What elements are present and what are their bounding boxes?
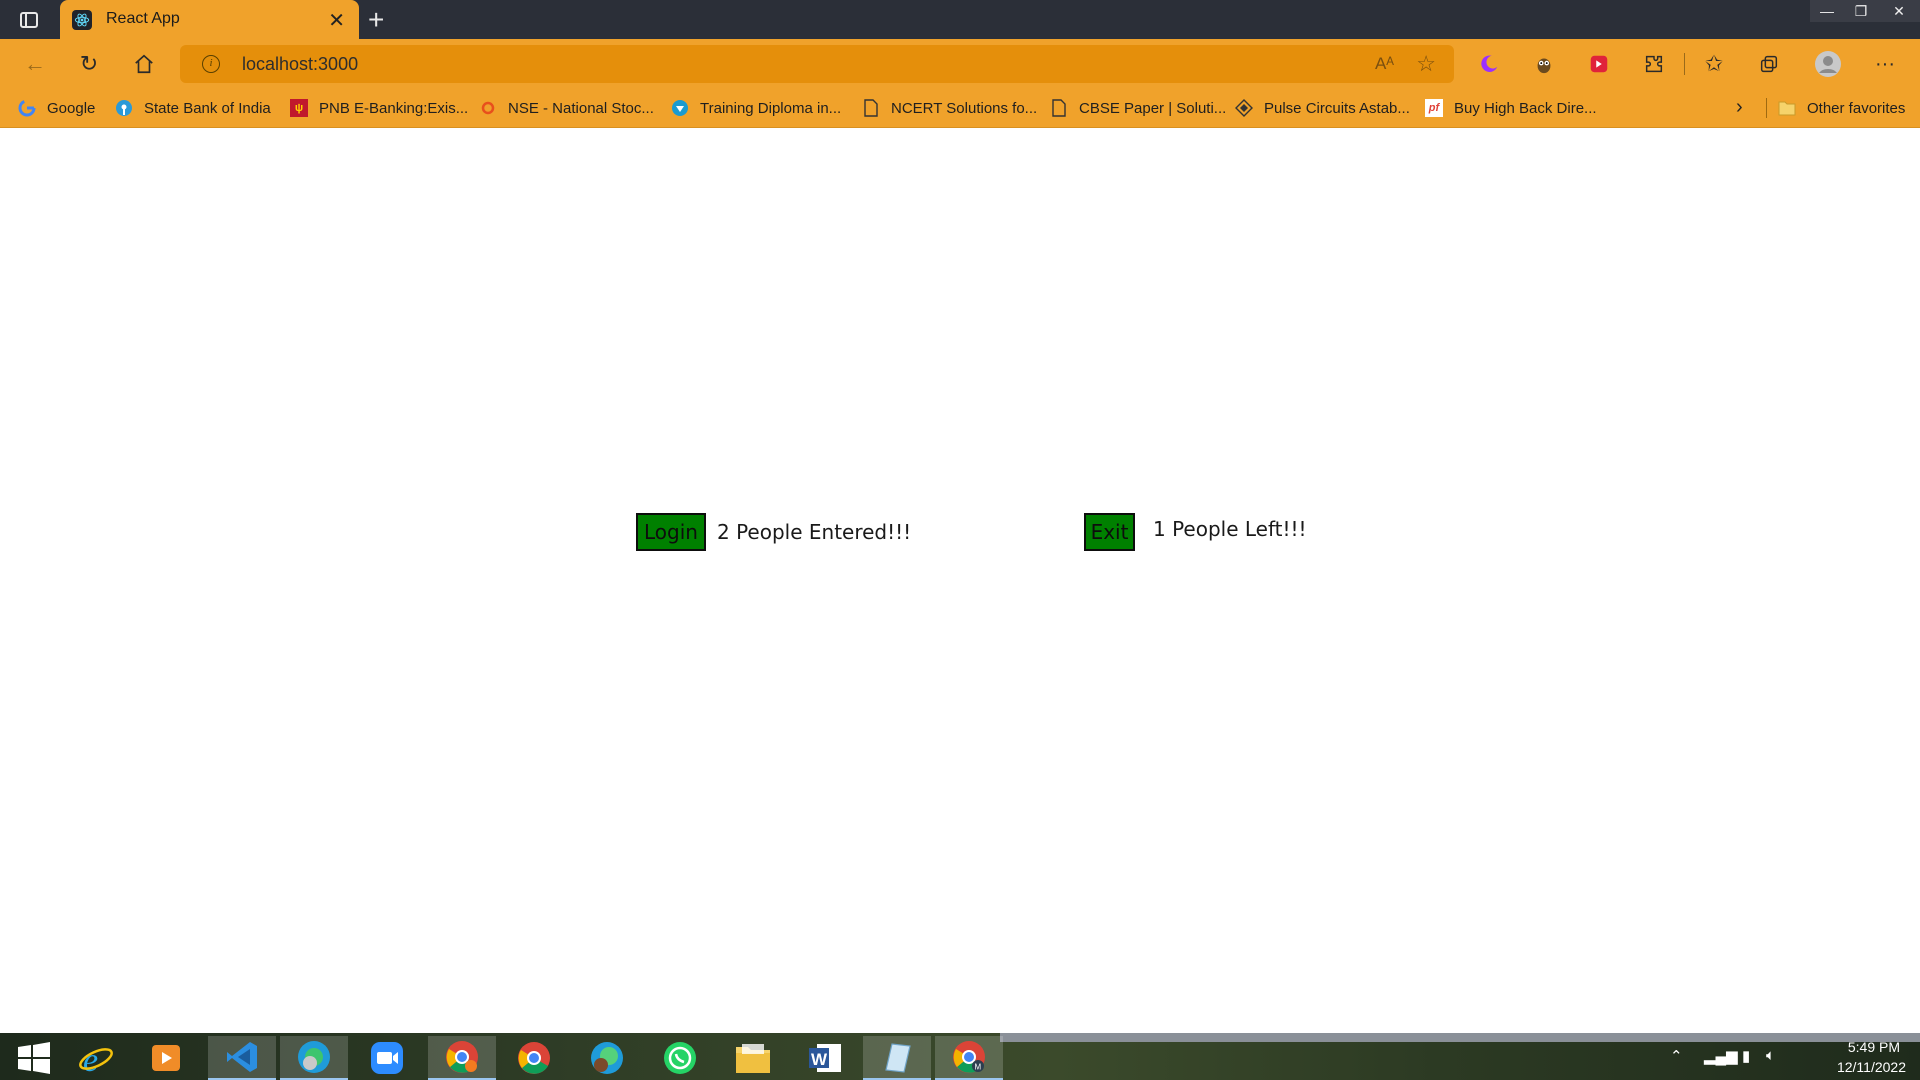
vscode-icon[interactable] xyxy=(208,1036,276,1080)
bookmark-buy-high-back[interactable]: pf Buy High Back Dire... xyxy=(1425,96,1597,120)
chrome-profile-icon[interactable]: M xyxy=(935,1036,1003,1080)
bookmarks-bar: Google State Bank of India ψ PNB E-Banki… xyxy=(0,88,1920,128)
other-favorites-label: Other favorites xyxy=(1807,99,1906,117)
google-icon xyxy=(18,99,36,117)
bookmark-other-favorites[interactable]: Other favorites xyxy=(1778,96,1905,120)
battery-icon[interactable]: ▮ xyxy=(1742,1047,1750,1065)
word-icon[interactable]: W xyxy=(791,1036,859,1080)
bookmark-pnb[interactable]: ψ PNB E-Banking:Exis... xyxy=(290,96,468,120)
extensions-icon[interactable] xyxy=(1641,51,1667,77)
bookmark-label: Google xyxy=(47,99,96,117)
more-icon[interactable]: ··· xyxy=(1872,51,1898,77)
bookmark-ncert[interactable]: NCERT Solutions fo... xyxy=(862,96,1037,120)
tab-strip: React App ✕ + — ❐ ✕ xyxy=(0,0,1920,39)
favorites-icon[interactable]: ✩ xyxy=(1701,51,1727,77)
sbi-icon xyxy=(115,99,133,117)
address-bar[interactable]: i localhost:3000 Aᴬ ☆ xyxy=(180,45,1454,83)
edge-dev-icon[interactable] xyxy=(573,1036,641,1080)
media-extension-icon[interactable] xyxy=(1586,51,1612,77)
zoom-icon[interactable] xyxy=(353,1036,421,1080)
bookmark-label: NSE - National Stoc... xyxy=(508,99,654,117)
notepad-icon[interactable] xyxy=(863,1036,931,1080)
site-info-icon[interactable]: i xyxy=(202,55,220,73)
show-hidden-icons-icon[interactable]: ⌃ xyxy=(1670,1047,1683,1065)
clock-date[interactable]: 12/11/2022 xyxy=(1837,1059,1906,1075)
whatsapp-icon[interactable] xyxy=(646,1036,714,1080)
document-icon xyxy=(1050,99,1068,117)
bookmark-label: PNB E-Banking:Exis... xyxy=(319,99,469,117)
browser-toolbar: ← ↻ i localhost:3000 Aᴬ ☆ ✩ ··· xyxy=(0,39,1920,88)
media-player-icon[interactable] xyxy=(132,1036,200,1080)
clock-time[interactable]: 5:49 PM xyxy=(1848,1039,1900,1055)
edge-profile-icon[interactable] xyxy=(280,1036,348,1080)
url-text[interactable]: localhost:3000 xyxy=(242,54,358,75)
bookmark-label: Buy High Back Dire... xyxy=(1454,99,1597,117)
bookmark-label: Training Diploma in... xyxy=(700,99,842,117)
chrome-icon[interactable] xyxy=(500,1036,568,1080)
entered-counter-text: 2 People Entered!!! xyxy=(717,520,912,544)
close-window-button[interactable]: ✕ xyxy=(1878,0,1920,22)
window-controls: — ❐ ✕ xyxy=(1810,0,1920,22)
bookmark-label: State Bank of India xyxy=(144,99,271,117)
refresh-icon[interactable]: ↻ xyxy=(76,51,102,77)
svg-text:W: W xyxy=(811,1050,828,1069)
bookmark-label: NCERT Solutions fo... xyxy=(891,99,1038,117)
read-aloud-icon[interactable]: Aᴬ xyxy=(1375,54,1394,74)
minimize-button[interactable]: — xyxy=(1810,0,1844,22)
network-signal-icon[interactable]: ▂▄▆ xyxy=(1704,1047,1738,1065)
pnb-icon: ψ xyxy=(290,99,308,117)
left-counter-text: 1 People Left!!! xyxy=(1153,517,1307,541)
bookmarks-divider xyxy=(1766,98,1767,118)
bookmark-nse[interactable]: NSE - National Stoc... xyxy=(479,96,654,120)
chevron-right-icon[interactable]: › xyxy=(1736,96,1743,119)
nse-icon xyxy=(479,99,497,117)
svg-text:e: e xyxy=(83,1042,98,1077)
bookmark-label: Pulse Circuits Astab... xyxy=(1264,99,1410,117)
pf-icon: pf xyxy=(1425,99,1443,117)
moon-extension-icon[interactable] xyxy=(1476,51,1502,77)
bookmark-google[interactable]: Google xyxy=(18,96,95,120)
document-icon xyxy=(862,99,880,117)
new-tab-button[interactable]: + xyxy=(368,4,384,36)
react-logo-icon xyxy=(72,10,92,30)
bookmark-training[interactable]: Training Diploma in... xyxy=(671,96,841,120)
taskbar: e W M ⌃ ▂▄▆ ▮ 🔈︎ 5:49 PM 12/11/2022 xyxy=(0,1033,1920,1080)
bookmark-label: CBSE Paper | Soluti... xyxy=(1079,99,1227,117)
tab-actions-button[interactable] xyxy=(14,6,44,34)
restore-button[interactable]: ❐ xyxy=(1844,0,1878,22)
bookmark-pulse-circuits[interactable]: Pulse Circuits Astab... xyxy=(1235,96,1410,120)
folder-icon xyxy=(1778,99,1796,117)
home-icon[interactable] xyxy=(131,51,157,77)
login-button[interactable]: Login xyxy=(636,513,706,551)
bookmark-sbi[interactable]: State Bank of India xyxy=(115,96,271,120)
favorite-star-icon[interactable]: ☆ xyxy=(1416,51,1436,77)
owl-extension-icon[interactable] xyxy=(1531,51,1557,77)
svg-text:M: M xyxy=(975,1063,982,1072)
file-explorer-icon[interactable] xyxy=(719,1036,787,1080)
back-icon[interactable]: ← xyxy=(22,51,48,77)
collections-icon[interactable] xyxy=(1756,51,1782,77)
internet-explorer-icon[interactable]: e xyxy=(62,1036,130,1080)
chrome-icon[interactable] xyxy=(428,1036,496,1080)
exit-button[interactable]: Exit xyxy=(1084,513,1135,551)
profile-icon[interactable] xyxy=(1813,49,1843,79)
tab-close-icon[interactable]: ✕ xyxy=(328,8,345,33)
tab-actions-icon xyxy=(20,12,38,28)
windows-start-icon[interactable] xyxy=(0,1036,68,1080)
bookmark-cbse[interactable]: CBSE Paper | Soluti... xyxy=(1050,96,1226,120)
training-icon xyxy=(671,99,689,117)
tab-title: React App xyxy=(106,10,180,27)
volume-icon[interactable]: 🔈︎ xyxy=(1766,1047,1775,1064)
page-content: Login 2 People Entered!!! Exit 1 People … xyxy=(0,129,1920,1033)
toolbar-divider xyxy=(1684,53,1685,75)
tab-react-app[interactable]: React App ✕ xyxy=(60,0,359,39)
system-tray: ⌃ ▂▄▆ ▮ 🔈︎ 5:49 PM 12/11/2022 xyxy=(1660,1033,1920,1080)
diamond-icon xyxy=(1235,99,1253,117)
